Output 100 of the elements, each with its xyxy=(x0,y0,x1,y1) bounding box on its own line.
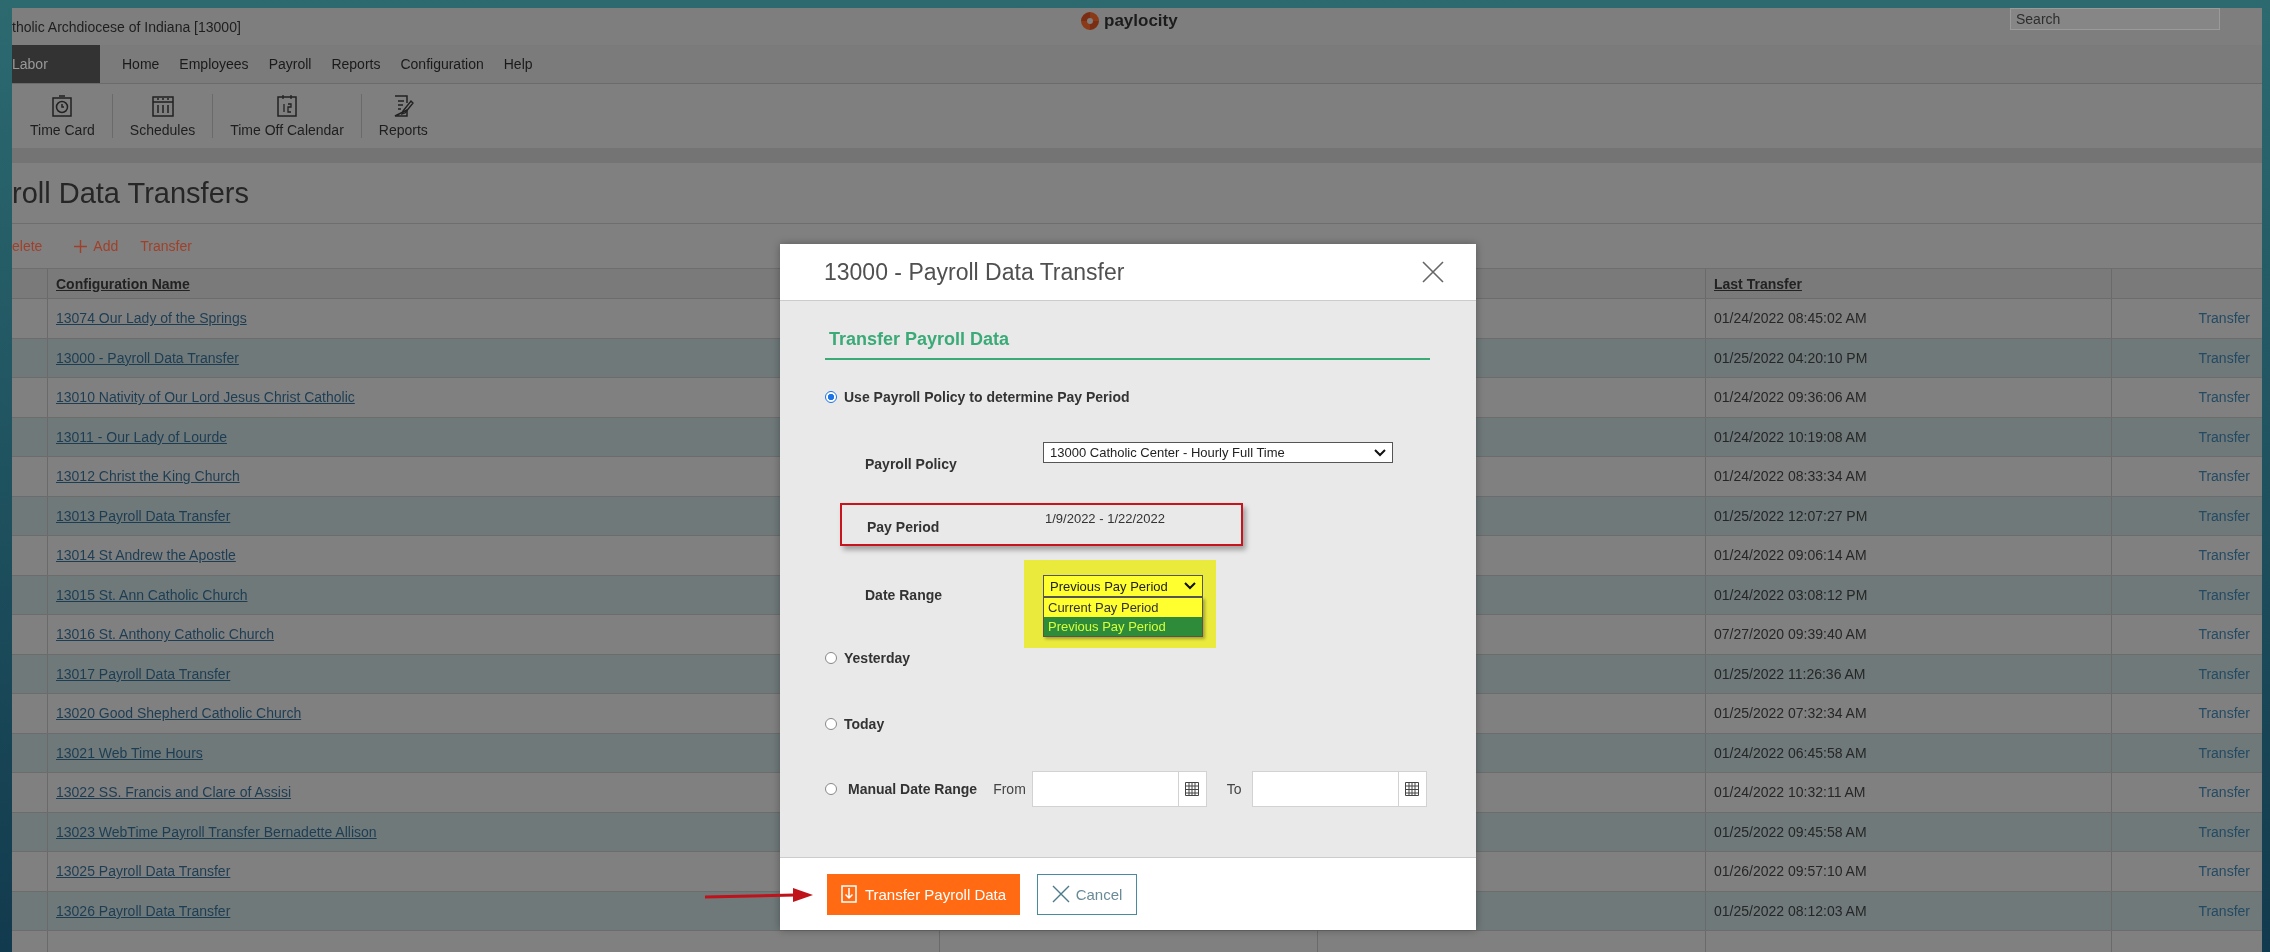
stopwatch-icon xyxy=(52,94,73,117)
table-cell: 01/25/2022 04:20:10 PM xyxy=(1714,349,1868,366)
nav-menu-item[interactable]: Configuration xyxy=(400,56,484,72)
table-cell: 01/24/2022 10:19:08 AM xyxy=(1714,428,1867,445)
nav-menu-item[interactable]: Payroll xyxy=(268,56,312,72)
column-header[interactable]: Last Transfer xyxy=(1714,275,1802,292)
transfer-button[interactable]: Transfer Payroll Data xyxy=(827,873,1020,915)
close-icon xyxy=(1051,885,1070,903)
toolbar-button[interactable]: Reports xyxy=(361,94,445,138)
radio-label[interactable]: Manual Date Range xyxy=(848,781,978,797)
column-header[interactable]: Configuration Name xyxy=(56,275,190,292)
transfer-link[interactable]: Transfer xyxy=(2198,349,2250,366)
radio-button[interactable] xyxy=(825,718,837,730)
configuration-link[interactable]: 13023 WebTime Payroll Transfer Bernadette Allison xyxy=(56,823,377,840)
radio-label[interactable]: Yesterday xyxy=(844,650,911,666)
field-label: From xyxy=(993,781,1026,797)
configuration-link[interactable]: 13011 - Our Lady of Lourde xyxy=(56,428,227,445)
toolbar-button[interactable]: Schedules xyxy=(112,94,213,138)
field-label: To xyxy=(1226,781,1242,797)
radio-button[interactable] xyxy=(825,652,837,664)
configuration-link[interactable]: 13017 Payroll Data Transfer xyxy=(56,665,231,682)
transfer-link[interactable]: Transfer xyxy=(2198,626,2250,643)
radio-label[interactable]: Use Payroll Policy to determine Pay Period xyxy=(844,389,1130,405)
toolbar-button[interactable]: Time Off Calendar xyxy=(213,94,361,138)
radio-button[interactable] xyxy=(825,391,837,403)
plus-icon xyxy=(74,239,88,253)
configuration-link[interactable]: 13013 Payroll Data Transfer xyxy=(56,507,231,524)
configuration-link[interactable]: 13022 SS. Francis and Clare of Assisi xyxy=(56,784,291,801)
action-link[interactable]: Transfer xyxy=(140,238,192,254)
calendar-icon xyxy=(277,94,297,117)
grid-icon xyxy=(1405,782,1420,796)
transfer-link[interactable]: Transfer xyxy=(2198,310,2250,327)
page-title: roll Data Transfers xyxy=(12,176,249,210)
toolbar-button[interactable]: Time Card xyxy=(12,94,112,138)
download-icon xyxy=(840,885,857,903)
table-cell: 01/24/2022 08:33:34 AM xyxy=(1714,468,1867,485)
configuration-link[interactable]: 13015 St. Ann Catholic Church xyxy=(56,586,248,603)
grid-icon xyxy=(1185,782,1200,796)
edit-document-icon xyxy=(392,94,415,117)
logo-wordmark: paylocity xyxy=(1104,11,1178,31)
transfer-link[interactable]: Transfer xyxy=(2198,586,2250,603)
configuration-link[interactable]: 13021 Web Time Hours xyxy=(56,744,203,761)
transfer-link[interactable]: Transfer xyxy=(2198,784,2250,801)
dropdown-option[interactable]: Current Pay Period xyxy=(1044,598,1202,617)
calendar-icon xyxy=(151,94,174,117)
nav-menu-item[interactable]: Reports xyxy=(331,56,381,72)
section-title: Transfer Payroll Data xyxy=(825,301,1430,360)
nav-menu-item[interactable]: Employees xyxy=(179,56,249,72)
dialog-title: 13000 - Payroll Data Transfer xyxy=(824,258,1125,286)
transfer-link[interactable]: Transfer xyxy=(2198,389,2250,406)
table-cell: 01/25/2022 07:32:34 AM xyxy=(1714,705,1867,722)
cancel-button[interactable]: Cancel xyxy=(1037,873,1137,915)
transfer-link[interactable]: Transfer xyxy=(2198,863,2250,880)
search-field[interactable]: Search xyxy=(2010,8,2220,30)
transfer-link[interactable]: Transfer xyxy=(2198,705,2250,722)
configuration-link[interactable]: 13020 Good Shepherd Catholic Church xyxy=(56,705,302,722)
configuration-link[interactable]: 13025 Payroll Data Transfer xyxy=(56,863,231,880)
pay-period-value: 1/9/2022 - 1/22/2022 xyxy=(1045,510,1165,526)
calendar-button[interactable] xyxy=(1398,771,1427,807)
configuration-link[interactable]: 13014 St Andrew the Apostle xyxy=(56,547,236,564)
module-tab[interactable]: Labor xyxy=(12,45,100,83)
table-cell: 01/24/2022 09:36:06 AM xyxy=(1714,389,1867,406)
configuration-link[interactable]: 13016 St. Anthony Catholic Church xyxy=(56,626,274,643)
radio-button[interactable] xyxy=(825,783,837,795)
transfer-link[interactable]: Transfer xyxy=(2198,428,2250,445)
action-link[interactable]: elete xyxy=(12,238,43,254)
table-cell: 01/24/2022 06:45:58 AM xyxy=(1714,744,1867,761)
calendar-button[interactable] xyxy=(1178,771,1207,807)
table-cell: 01/24/2022 10:32:11 AM xyxy=(1714,784,1866,801)
logo-icon xyxy=(1080,11,1100,31)
transfer-link[interactable]: Transfer xyxy=(2198,823,2250,840)
configuration-link[interactable]: 13010 Nativity of Our Lord Jesus Christ Catholic xyxy=(56,389,355,406)
organization-name: tholic Archdiocese of Indiana [13000] xyxy=(12,18,241,35)
configuration-link[interactable]: 13012 Christ the King Church xyxy=(56,468,240,485)
transfer-link[interactable]: Transfer xyxy=(2198,744,2250,761)
transfer-link[interactable]: Transfer xyxy=(2198,902,2250,919)
chevron-down-icon xyxy=(1374,448,1386,457)
dropdown-option[interactable]: Previous Pay Period xyxy=(1044,617,1202,636)
field-label: Date Range xyxy=(865,586,944,603)
table-cell: 01/26/2022 09:57:10 AM xyxy=(1714,863,1867,880)
transfer-link[interactable]: Transfer xyxy=(2198,507,2250,524)
transfer-link[interactable]: Transfer xyxy=(2198,665,2250,682)
nav-menu-item[interactable]: Home xyxy=(122,56,160,72)
action-link[interactable]: Add xyxy=(74,238,119,254)
payroll-policy-select[interactable]: 13000 Catholic Center - Hourly Full Time xyxy=(1043,442,1393,463)
nav-menu-item[interactable]: Help xyxy=(503,56,533,72)
transfer-link[interactable]: Transfer xyxy=(2198,468,2250,485)
field-label: Payroll Policy xyxy=(865,455,958,472)
close-button[interactable] xyxy=(1422,261,1444,283)
date-field[interactable] xyxy=(1031,771,1179,807)
table-cell: 01/24/2022 08:45:02 AM xyxy=(1714,310,1867,327)
configuration-link[interactable]: 13000 - Payroll Data Transfer xyxy=(56,349,239,366)
transfer-link[interactable]: Transfer xyxy=(2198,547,2250,564)
table-cell: 01/25/2022 11:26:36 AM xyxy=(1714,665,1866,682)
configuration-link[interactable]: 13026 Payroll Data Transfer xyxy=(56,902,231,919)
date-range-select[interactable]: Previous Pay Period xyxy=(1043,575,1203,597)
table-cell: 01/25/2022 08:12:03 AM xyxy=(1714,902,1867,919)
configuration-link[interactable]: 13074 Our Lady of the Springs xyxy=(56,310,247,327)
date-field[interactable] xyxy=(1251,771,1399,807)
radio-label[interactable]: Today xyxy=(844,716,885,732)
